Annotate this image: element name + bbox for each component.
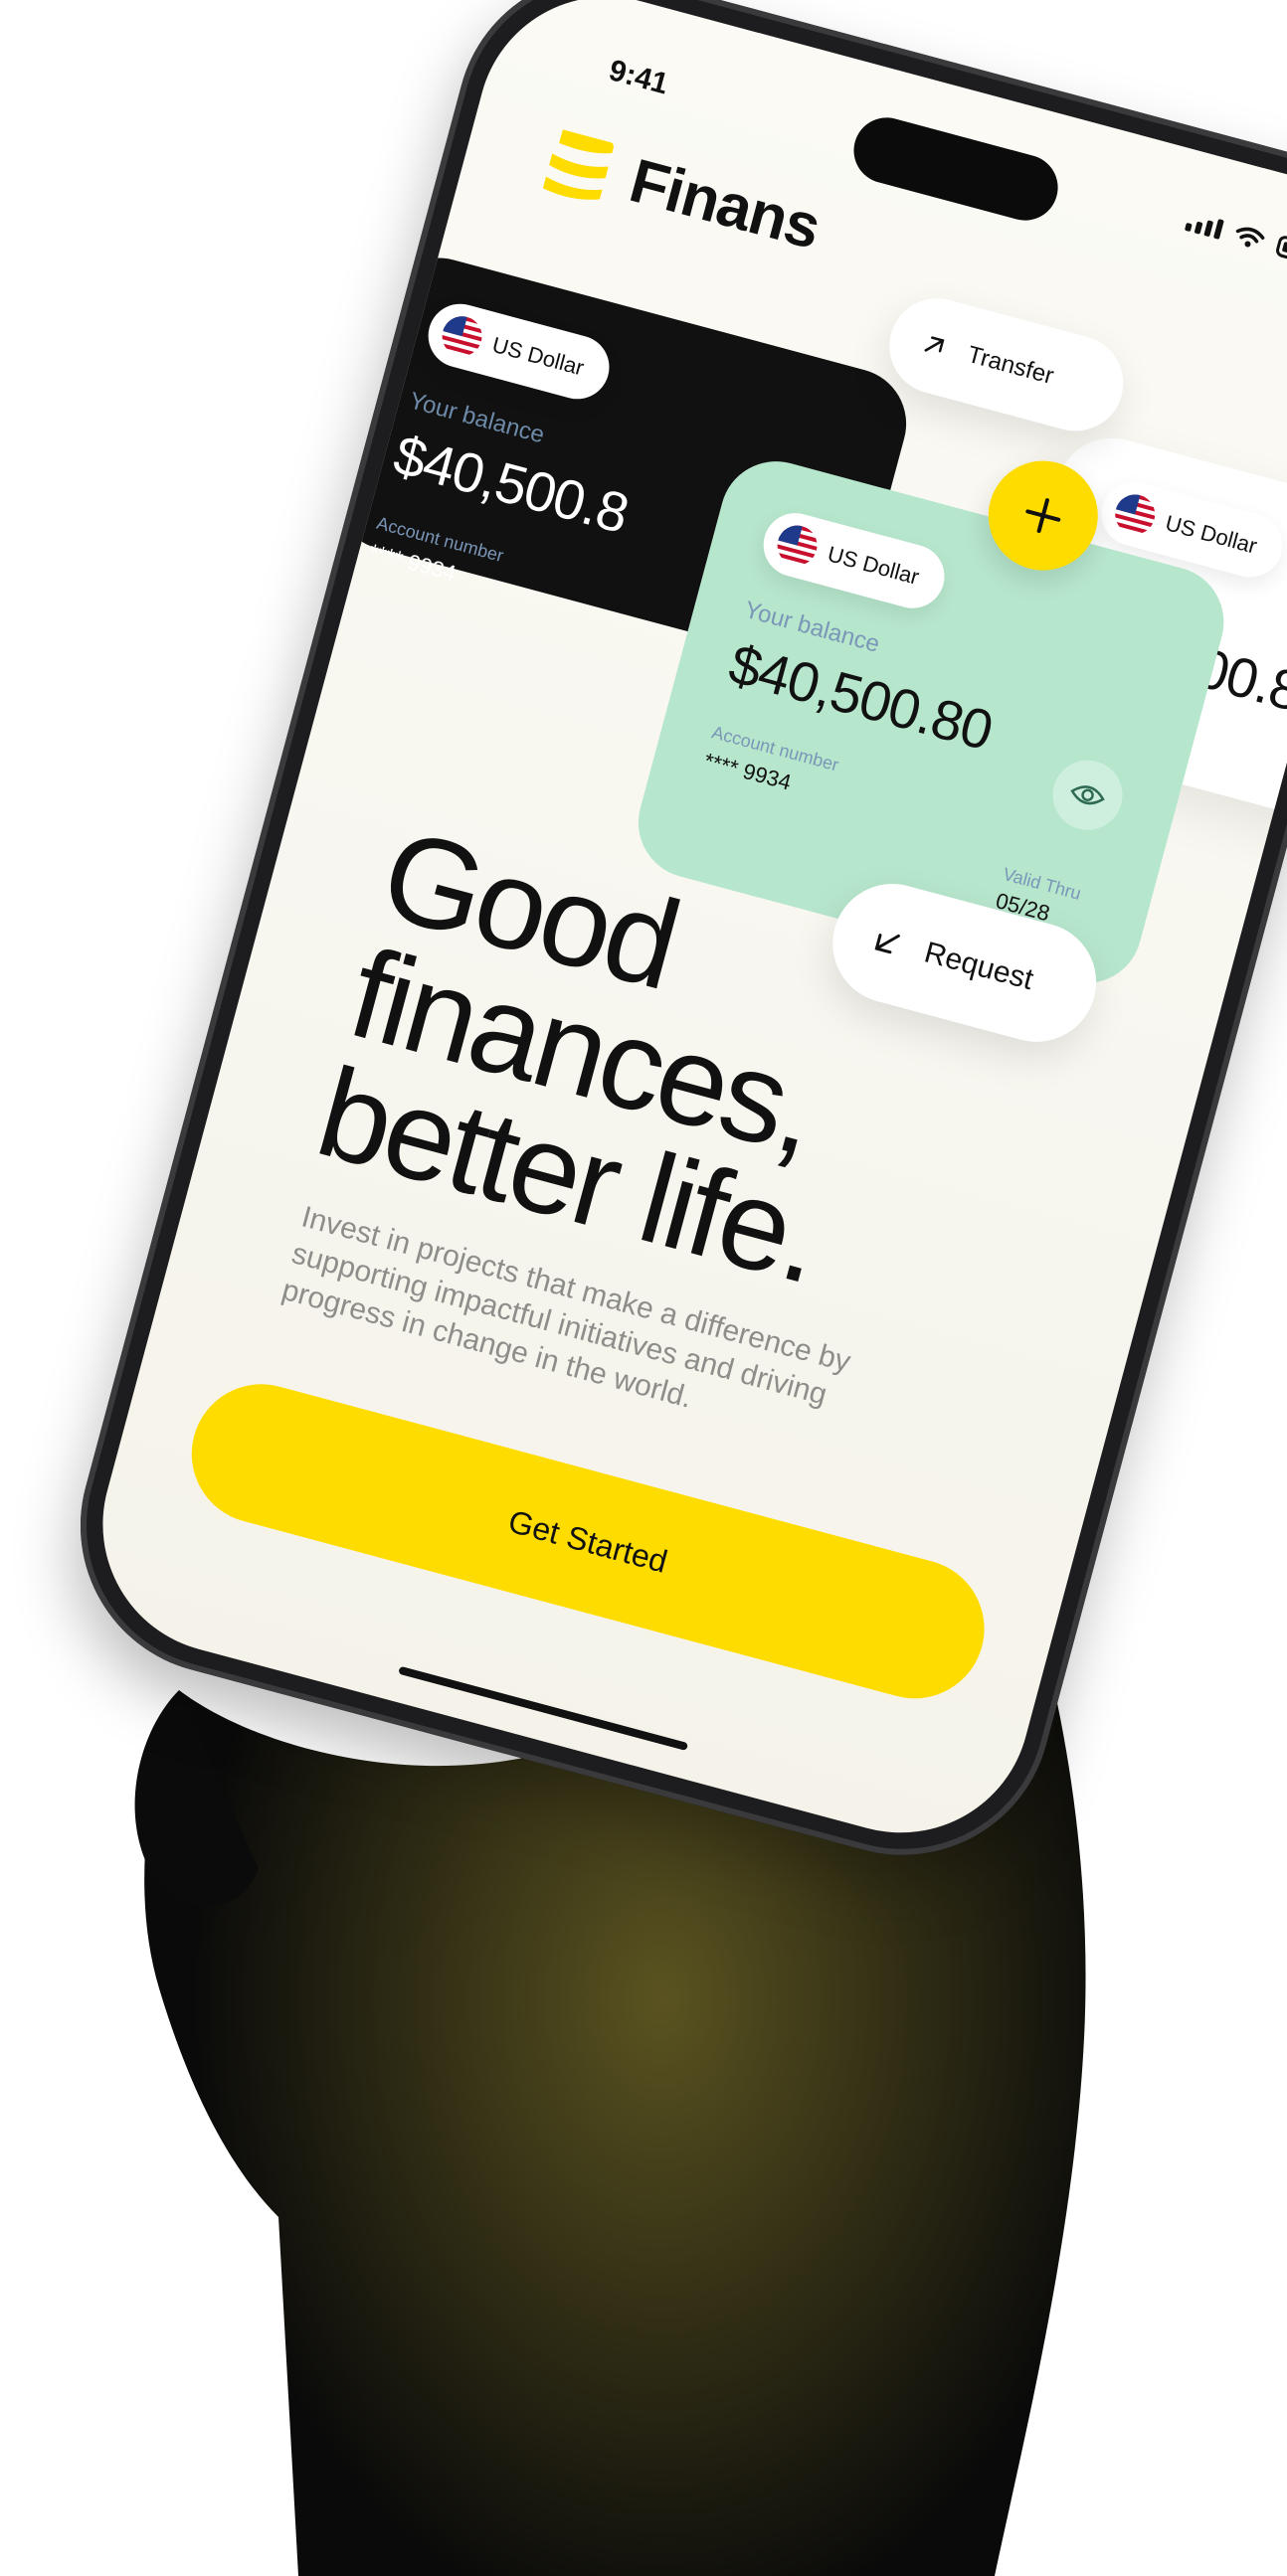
us-flag-icon: [438, 311, 487, 361]
us-flag-icon: [1110, 489, 1160, 539]
wifi-icon: [1235, 227, 1265, 248]
plus-icon: [1025, 498, 1061, 534]
us-flag-icon: [773, 521, 823, 571]
dynamic-island: [846, 109, 1065, 229]
brand-header: Finans: [538, 122, 827, 263]
signal-icon: [1184, 211, 1224, 240]
transfer-button[interactable]: Transfer: [878, 287, 1135, 442]
currency-pill[interactable]: US Dollar: [756, 505, 952, 615]
request-label: Request: [920, 936, 1037, 997]
arrow-up-right-icon: [924, 336, 945, 353]
home-indicator: [398, 1665, 689, 1752]
finans-logo-icon: [543, 128, 615, 200]
currency-pill[interactable]: US Dollar: [421, 296, 617, 407]
currency-label: US Dollar: [1163, 510, 1260, 559]
battery-icon: [1274, 234, 1287, 267]
eye-icon: [1070, 785, 1105, 805]
status-time: 9:41: [605, 54, 672, 101]
transfer-label: Transfer: [964, 340, 1057, 390]
currency-label: US Dollar: [489, 331, 587, 381]
phone-mockup: 9:41 Finans US Dollar Your balance $40,5…: [47, 0, 1287, 1889]
currency-label: US Dollar: [825, 541, 922, 590]
brand-name: Finans: [623, 146, 827, 263]
status-icons: [1184, 210, 1287, 267]
